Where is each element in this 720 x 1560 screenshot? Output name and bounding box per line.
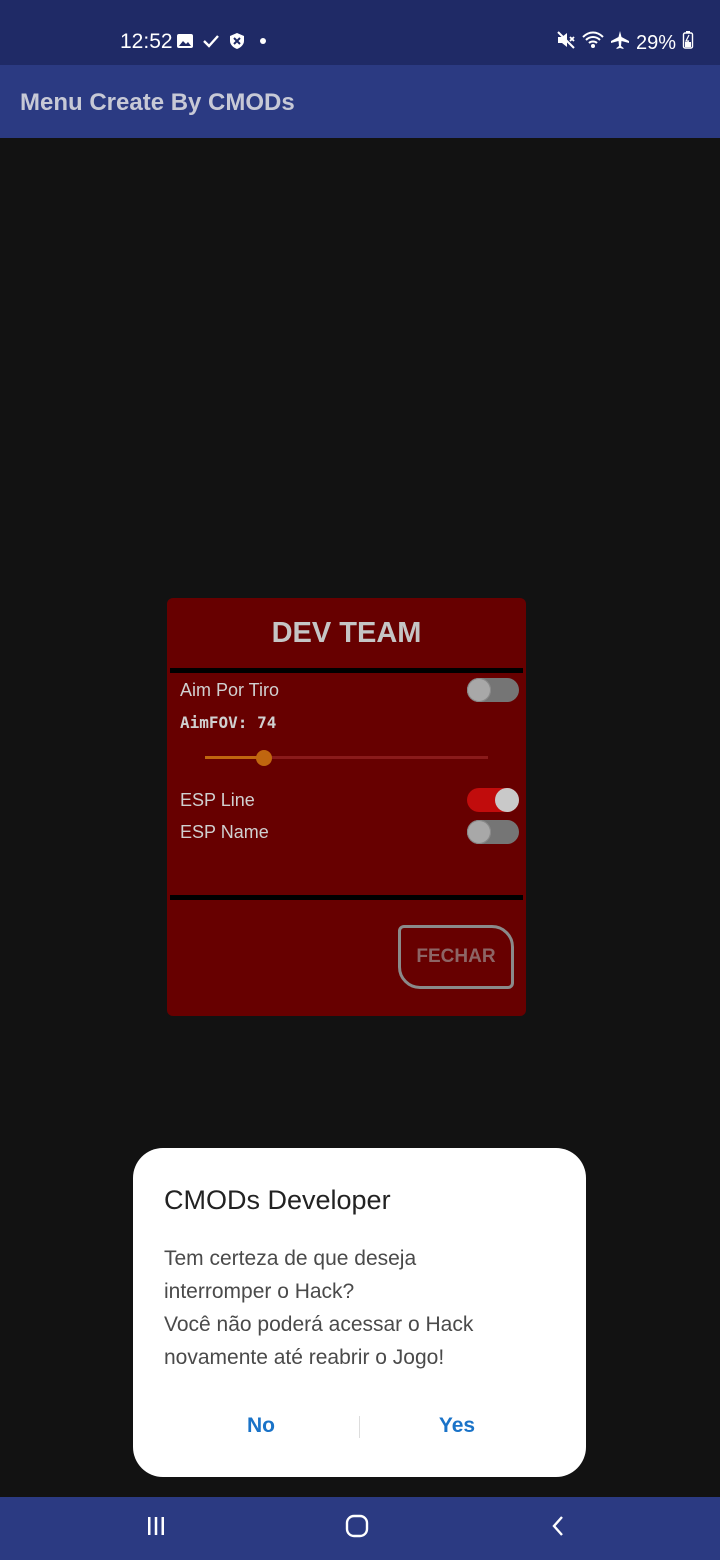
confirm-dialog: CMODs Developer Tem certeza de que desej… bbox=[133, 1148, 586, 1477]
dialog-message: Tem certeza de que deseja interromper o … bbox=[164, 1247, 474, 1369]
panel-divider-top bbox=[170, 668, 523, 673]
battery-text: 29% bbox=[635, 32, 676, 54]
shield-icon bbox=[228, 32, 246, 55]
esp-name-label: ESP Name bbox=[180, 822, 269, 842]
status-notification-icons bbox=[176, 32, 272, 55]
check-icon bbox=[202, 32, 220, 55]
image-icon bbox=[176, 32, 194, 55]
app-title: Menu Create By CMODs bbox=[20, 89, 295, 116]
fechar-button[interactable]: FECHAR bbox=[398, 925, 514, 989]
mod-menu-panel: DEV TEAM Aim Por Tiro AimFOV: 74 ESP Lin… bbox=[167, 598, 526, 1016]
yes-button[interactable]: Yes bbox=[387, 1412, 527, 1440]
esp-name-switch[interactable] bbox=[467, 820, 519, 844]
battery-icon bbox=[682, 30, 694, 56]
no-button[interactable]: No bbox=[191, 1412, 331, 1440]
dialog-title: CMODs Developer bbox=[164, 1185, 391, 1215]
esp-line-switch[interactable] bbox=[467, 788, 519, 812]
back-button[interactable] bbox=[544, 1513, 574, 1543]
mute-icon bbox=[556, 30, 576, 56]
aim-fov-label: AimFOV: 74 bbox=[180, 713, 277, 732]
aim-fov-slider[interactable] bbox=[205, 748, 488, 768]
switch-knob bbox=[467, 678, 491, 702]
status-bar: 12:52 29% bbox=[0, 0, 720, 65]
slider-thumb[interactable] bbox=[256, 750, 273, 766]
home-icon bbox=[344, 1513, 370, 1544]
aim-por-tiro-switch[interactable] bbox=[467, 678, 519, 702]
status-system-icons: 29% bbox=[556, 30, 694, 56]
back-icon bbox=[547, 1514, 571, 1543]
airplane-icon bbox=[610, 30, 630, 56]
dialog-button-separator bbox=[359, 1416, 360, 1438]
panel-title: DEV TEAM bbox=[271, 617, 422, 649]
aim-por-tiro-label: Aim Por Tiro bbox=[180, 680, 280, 700]
app-bar: Menu Create By CMODs bbox=[0, 65, 720, 138]
esp-line-label: ESP Line bbox=[180, 790, 255, 810]
wifi-icon bbox=[582, 30, 604, 56]
recents-button[interactable] bbox=[141, 1513, 171, 1543]
dot-icon bbox=[254, 32, 272, 55]
home-button[interactable] bbox=[342, 1513, 372, 1543]
panel-divider-bottom bbox=[170, 895, 523, 900]
recents-icon bbox=[144, 1514, 168, 1543]
status-time: 12:52 bbox=[120, 30, 173, 53]
switch-knob bbox=[467, 820, 491, 844]
navigation-bar bbox=[0, 1497, 720, 1560]
switch-knob bbox=[495, 788, 519, 812]
